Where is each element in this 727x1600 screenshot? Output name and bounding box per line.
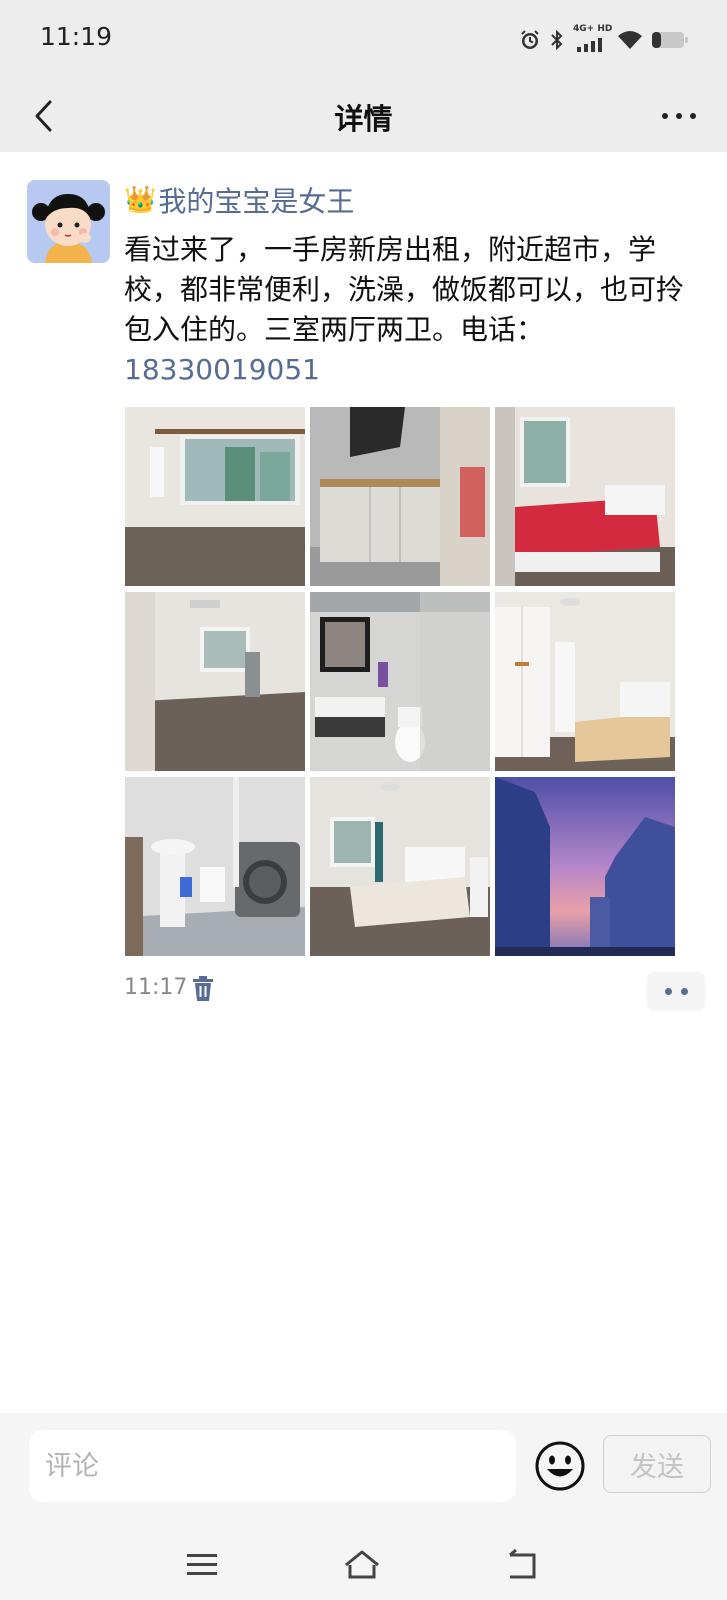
home-button[interactable]	[342, 1545, 382, 1585]
more-icon	[662, 113, 696, 119]
post-text: 看过来了，一手房新房出租，附近超市，学校，都非常便利，洗澡，做饭都可以，也可拎包…	[124, 233, 685, 346]
nav-bar: 详情	[0, 80, 727, 152]
battery-icon	[652, 32, 688, 48]
room-window-photo[interactable]	[125, 407, 305, 586]
bluetooth-icon	[551, 29, 563, 51]
photo-grid	[125, 407, 675, 956]
crown-emoji: 👑	[124, 185, 157, 215]
menu-button[interactable]	[182, 1545, 222, 1585]
delete-button[interactable]	[190, 975, 216, 1003]
more-button[interactable]	[651, 92, 707, 140]
wifi-icon	[618, 31, 642, 49]
status-bar: 11:19 4G+ HD	[0, 0, 727, 80]
post-time: 11:17	[124, 975, 188, 1000]
back-arrow-icon	[509, 1548, 536, 1579]
sunset-buildings-photo[interactable]	[495, 777, 675, 956]
kitchen-photo[interactable]	[310, 407, 490, 586]
signal-icon: 4G+ HD	[573, 24, 612, 52]
comment-bar: 发送	[0, 1413, 727, 1535]
page-title: 详情	[334, 102, 393, 136]
bathroom-washer-photo[interactable]	[125, 777, 305, 956]
bedroom-wardrobe-photo[interactable]	[495, 592, 675, 771]
send-button[interactable]: 发送	[603, 1435, 711, 1493]
alarm-icon	[521, 30, 539, 49]
emoji-button[interactable]	[534, 1440, 586, 1492]
menu-icon	[187, 1554, 217, 1575]
comment-input[interactable]	[29, 1430, 516, 1502]
network-label: 4G+ HD	[573, 24, 613, 34]
post-content: 看过来了，一手房新房出租，附近超市，学校，都非常便利，洗澡，做饭都可以，也可拎包…	[124, 230, 684, 390]
home-icon	[345, 1550, 379, 1579]
more-dots-icon	[664, 987, 672, 995]
back-nav-button[interactable]	[502, 1545, 542, 1585]
bathroom-sink-photo[interactable]	[310, 592, 490, 771]
bedroom-white-bed-photo[interactable]	[310, 777, 490, 956]
bedroom-red-bed-photo[interactable]	[495, 407, 675, 586]
living-room-photo[interactable]	[125, 592, 305, 771]
status-time: 11:19	[40, 22, 113, 51]
avatar[interactable]	[27, 180, 110, 263]
like-comment-button[interactable]	[647, 972, 705, 1010]
status-icons: 4G+ HD	[519, 24, 689, 54]
phone-link[interactable]: 18330019051	[124, 350, 684, 390]
author-name[interactable]: 👑 我的宝宝是女王	[124, 180, 354, 220]
system-nav-bar	[0, 1535, 727, 1600]
author-name-label: 我的宝宝是女王	[158, 185, 355, 218]
trash-icon	[193, 976, 213, 1001]
emoji-icon	[535, 1441, 585, 1491]
